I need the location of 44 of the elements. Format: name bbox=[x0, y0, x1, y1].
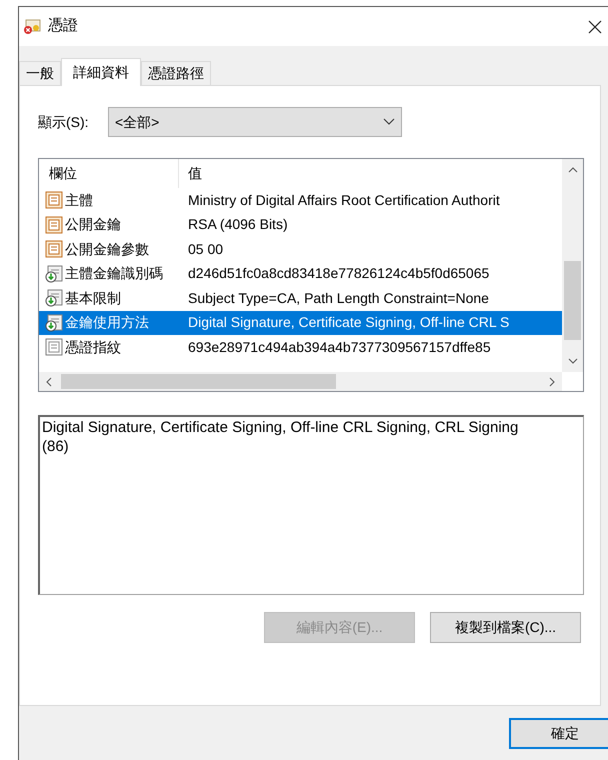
certificate-field-icon bbox=[45, 240, 63, 258]
chevron-down-icon bbox=[383, 118, 395, 126]
column-header[interactable]: 欄位 bbox=[39, 159, 179, 188]
table-row[interactable]: 憑證指紋 693e28971c494ab394a4b7377309567157dffe85 bbox=[39, 335, 562, 360]
close-icon[interactable] bbox=[588, 20, 602, 34]
certificate-extension-icon bbox=[45, 314, 63, 332]
horizontal-scrollbar[interactable] bbox=[39, 372, 562, 391]
window-title: 憑證 bbox=[48, 16, 78, 36]
value-cell-text: d246d51fc0a8cd83418e77826124c4b5f0d65065 bbox=[188, 264, 490, 284]
show-dropdown[interactable]: <全部> bbox=[108, 107, 402, 137]
detail-text-box[interactable]: Digital Signature, Certificate Signing, Off-line CRL Signing, CRL Signing (86) bbox=[38, 415, 584, 595]
document-icon bbox=[45, 338, 63, 356]
certificate-field-icon bbox=[45, 216, 63, 234]
table-row[interactable]: 公開金鑰參數 05 00 bbox=[39, 237, 562, 262]
certificate-extension-icon bbox=[45, 289, 63, 308]
column-header[interactable]: 值 bbox=[179, 163, 202, 184]
action-button[interactable]: 複製到檔案(C)... bbox=[430, 612, 581, 643]
tab[interactable]: 一般 bbox=[19, 61, 61, 85]
value-cell-text: 693e28971c494ab394a4b7377309567157dffe85 bbox=[188, 338, 491, 357]
field-cell-text: 金鑰使用方法 bbox=[65, 313, 149, 332]
tab[interactable]: 詳細資料 bbox=[61, 58, 141, 86]
value-cell-text: Subject Type=CA, Path Length Constraint=None bbox=[188, 288, 489, 308]
certificate-extension-icon bbox=[45, 264, 63, 283]
value-cell-text: 05 00 bbox=[188, 240, 224, 259]
table-row[interactable]: 主體金鑰識別碼 d246d51fc0a8cd83418e77826124c4b5f0d65065 bbox=[39, 262, 562, 286]
field-cell-text: 憑證指紋 bbox=[65, 338, 121, 357]
table-row[interactable]: 基本限制 Subject Type=CA, Path Length Constraint=None bbox=[39, 286, 562, 310]
show-label: 顯示(S): bbox=[38, 112, 90, 132]
value-cell-text: RSA (4096 Bits) bbox=[188, 215, 288, 234]
ok-button[interactable]: 確定 bbox=[509, 718, 608, 749]
field-cell-text: 公開金鑰 bbox=[65, 215, 121, 234]
table-row[interactable]: 金鑰使用方法 Digital Signature, Certificate Signing, Off-line CRL S bbox=[39, 310, 562, 335]
field-cell-text: 主體金鑰識別碼 bbox=[65, 264, 163, 284]
table-row[interactable]: 主體 Ministry of Digital Affairs Root Certification Authorit bbox=[39, 188, 562, 212]
value-cell-text: Digital Signature, Certificate Signing, Off-line CRL S bbox=[188, 313, 510, 332]
certificate-icon bbox=[23, 18, 41, 34]
value-cell-text: Ministry of Digital Affairs Root Certification Authorit bbox=[188, 190, 500, 210]
field-cell-text: 主體 bbox=[65, 190, 93, 210]
certificate-field-icon bbox=[45, 191, 63, 210]
table-row[interactable]: 公開金鑰 RSA (4096 Bits) bbox=[39, 212, 562, 237]
vertical-scrollbar[interactable] bbox=[562, 159, 583, 372]
field-cell-text: 公開金鑰參數 bbox=[65, 240, 149, 259]
tab[interactable]: 憑證路徑 bbox=[141, 61, 211, 85]
field-cell-text: 基本限制 bbox=[65, 288, 121, 308]
